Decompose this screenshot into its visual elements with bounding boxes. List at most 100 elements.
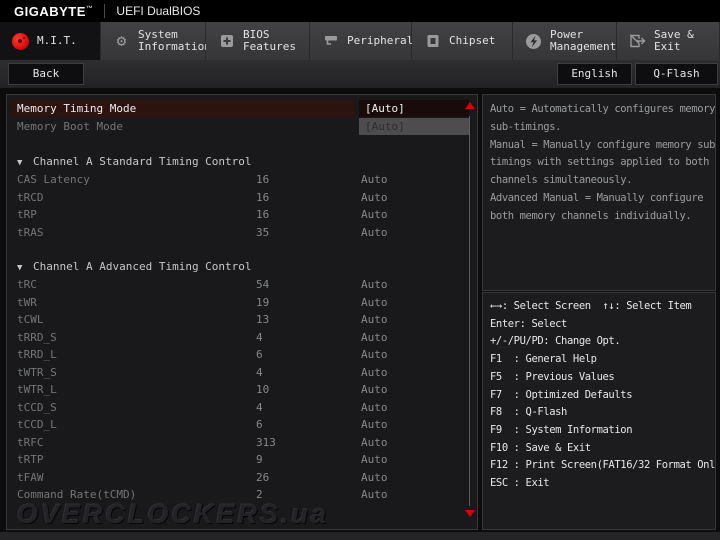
setting-mode: Auto	[361, 171, 388, 188]
setting-row[interactable]: tWTR_S4Auto	[7, 364, 477, 382]
watermark: OVERCLOCKERS.ua	[17, 499, 329, 530]
tab-save-exit[interactable]: Save & Exit	[617, 22, 720, 60]
setting-mode: Auto	[361, 486, 388, 503]
tab-system-information[interactable]: ⚙System Information	[101, 22, 206, 60]
section-spacer	[7, 136, 477, 153]
setting-value: 6	[256, 346, 263, 363]
setting-value[interactable]: [Auto]	[359, 118, 469, 135]
setting-label: tWTR_L	[17, 381, 57, 398]
scroll-up-icon[interactable]	[465, 102, 475, 109]
setting-label: tRP	[17, 206, 37, 223]
back-button[interactable]: Back	[8, 63, 84, 85]
scroll-down-icon[interactable]	[465, 510, 475, 517]
setting-value: 16	[256, 189, 269, 206]
item-help-panel: Auto = Automatically configures memory s…	[482, 94, 716, 291]
language-button[interactable]: English	[557, 63, 632, 85]
tab-bios-features[interactable]: BIOS Features	[206, 22, 310, 60]
setting-mode: Auto	[361, 276, 388, 293]
key-legend-line: ESC : Exit	[483, 475, 715, 493]
setting-row[interactable]: tCCD_S4Auto	[7, 399, 477, 417]
setting-row[interactable]: tWR19Auto	[7, 294, 477, 312]
setting-row[interactable]: tCWL13Auto	[7, 311, 477, 329]
exit-door-icon	[628, 32, 647, 50]
key-legend-line: ←→: Select Screen ↑↓: Select Item	[483, 298, 715, 316]
setting-mode: Auto	[361, 381, 388, 398]
setting-value: 13	[256, 311, 269, 328]
power-bolt-icon	[524, 32, 543, 50]
setting-value: 16	[256, 206, 269, 223]
setting-label: Memory Timing Mode	[11, 100, 355, 117]
setting-row[interactable]: tRRD_S 4 Auto	[7, 329, 477, 347]
setting-value: 26	[256, 469, 269, 486]
setting-value: 19	[256, 294, 269, 311]
setting-value: 4	[256, 329, 263, 346]
setting-label: tRTP	[17, 451, 44, 468]
setting-row[interactable]: Memory Timing Mode[Auto]	[7, 100, 477, 118]
setting-row[interactable]: Memory Boot Mode [Auto]	[7, 118, 477, 136]
setting-mode: Auto	[361, 294, 388, 311]
tab-label: M.I.T.	[37, 35, 77, 47]
setting-row[interactable]: tRAS35Auto	[7, 224, 477, 242]
tab-label: Peripherals	[347, 35, 420, 47]
setting-row[interactable]: tRCD16Auto	[7, 189, 477, 207]
setting-row[interactable]: tRRD_L 6 Auto	[7, 346, 477, 364]
setting-row[interactable]: tRC54Auto	[7, 276, 477, 294]
setting-row[interactable]: tFAW26Auto	[7, 469, 477, 487]
key-legend-line: F10 : Save & Exit	[483, 440, 715, 458]
gear-icon: ⚙	[112, 32, 131, 50]
setting-value: 10	[256, 381, 269, 398]
tab-peripherals[interactable]: Peripherals	[310, 22, 412, 60]
setting-mode: Auto	[361, 346, 388, 363]
mit-sphere-icon	[11, 32, 30, 50]
tab-bar: M.I.T.⚙System InformationBIOS FeaturesPe…	[0, 22, 720, 60]
setting-row[interactable]: tWTR_L 10 Auto	[7, 381, 477, 399]
setting-value: 16	[256, 171, 269, 188]
bottom-strip	[0, 532, 720, 540]
tab-chipset[interactable]: Chipset	[412, 22, 513, 60]
setting-label: tCCD_S	[17, 399, 57, 416]
setting-value[interactable]: [Auto]	[359, 100, 469, 117]
setting-label: tRRD_S	[17, 329, 57, 346]
setting-row[interactable]: tRFC313Auto	[7, 434, 477, 452]
scrollbar-track[interactable]	[469, 116, 470, 506]
setting-label: tFAW	[17, 469, 44, 486]
setting-value: 4	[256, 364, 263, 381]
setting-value: 313	[256, 434, 276, 451]
setting-value: 9	[256, 451, 263, 468]
key-legend-line: F7 : Optimized Defaults	[483, 387, 715, 405]
collapse-arrow-icon: ▼	[17, 259, 22, 277]
setting-label: tRCD	[17, 189, 44, 206]
section-spacer	[7, 241, 477, 258]
tab-label: System Information	[138, 29, 211, 53]
item-help-text: Auto = Automatically configures memory s…	[490, 101, 715, 226]
key-legend-line: F1 : General Help	[483, 351, 715, 369]
setting-value: 4	[256, 399, 263, 416]
tab-power-management[interactable]: Power Management	[513, 22, 617, 60]
setting-label: Memory Boot Mode	[17, 118, 123, 135]
tab-mit[interactable]: M.I.T.	[0, 22, 101, 60]
settings-pane: Memory Timing Mode[Auto]Memory Boot Mode…	[6, 94, 478, 530]
setting-row[interactable]: CAS Latency 16 Auto	[7, 171, 477, 189]
setting-row[interactable]: tCCD_L6Auto	[7, 416, 477, 434]
setting-label: tRRD_L	[17, 346, 57, 363]
setting-row[interactable]: tRTP 9 Auto	[7, 451, 477, 469]
setting-mode: Auto	[361, 451, 388, 468]
qflash-button[interactable]: Q-Flash	[635, 63, 718, 85]
setting-row[interactable]: tRP 16 Auto	[7, 206, 477, 224]
gigabyte-logo: GIGABYTE™	[14, 4, 93, 19]
bios-chip-icon	[217, 32, 236, 50]
setting-label: tCCD_L	[17, 416, 57, 433]
section-header[interactable]: ▼Channel A Advanced Timing Control	[7, 258, 477, 276]
setting-label: tCWL	[17, 311, 44, 328]
section-header[interactable]: ▼Channel A Standard Timing Control	[7, 153, 477, 171]
tab-label: Chipset	[449, 35, 495, 47]
setting-label: CAS Latency	[17, 171, 90, 188]
setting-label: tRAS	[17, 224, 44, 241]
section-title: Channel A Standard Timing Control	[33, 153, 252, 171]
key-legend-line: +/-/PU/PD: Change Opt.	[483, 333, 715, 351]
toolbar: Back English Q-Flash	[0, 60, 720, 88]
setting-mode: Auto	[361, 206, 388, 223]
key-legend-line: F5 : Previous Values	[483, 369, 715, 387]
setting-mode: Auto	[361, 416, 388, 433]
setting-mode: Auto	[361, 329, 388, 346]
